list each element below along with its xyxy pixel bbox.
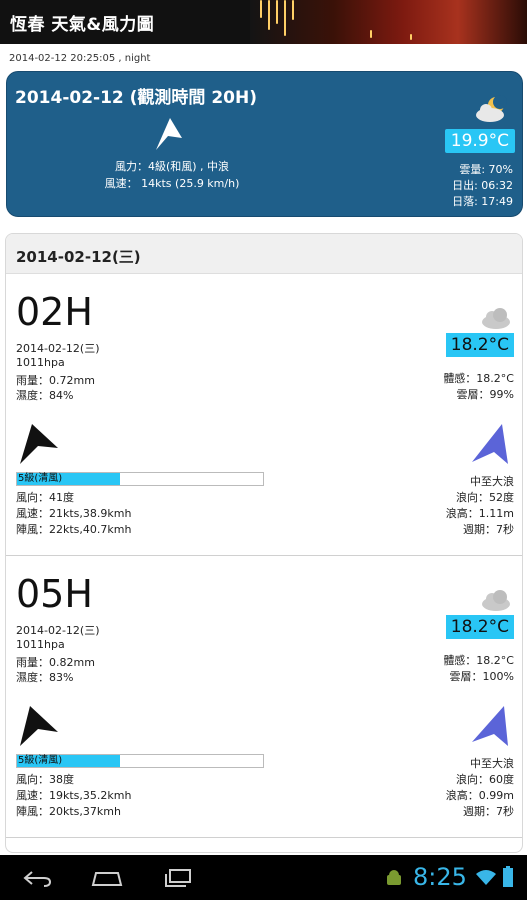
day-label: 2014-02-12(三) xyxy=(16,248,141,266)
back-icon[interactable] xyxy=(22,869,52,887)
pressure: 1011hpa xyxy=(16,356,65,369)
gust-speed: 陣風：20kts,37kmh xyxy=(16,805,121,818)
wave-description: 中至大浪 xyxy=(470,475,514,488)
wind-direction: 風向：41度 xyxy=(16,491,74,504)
current-temperature: 19.9°C xyxy=(444,129,515,153)
hour-forecast-item[interactable]: 05H 2014-02-12(三) 1011hpa 雨量：0.82mm 濕度：8… xyxy=(6,568,522,838)
divider xyxy=(6,837,522,838)
wind-speed-text: 風速： 14kts (25.9 km/h) xyxy=(104,177,240,190)
cloud-moon-icon xyxy=(476,95,507,122)
hour-temperature: 18.2°C xyxy=(445,615,514,639)
observation-heading: 2014-02-12 (觀測時間 20H) xyxy=(15,88,258,108)
header-banner-image xyxy=(250,0,527,44)
cloud-layer: 雲層：99% xyxy=(456,388,514,401)
system-nav-bar: 8:25 xyxy=(0,855,527,900)
hour-label: 05H xyxy=(16,572,93,616)
wave-direction: 浪向：60度 xyxy=(456,773,514,786)
wind-arrow-icon xyxy=(20,706,58,746)
divider xyxy=(6,555,522,556)
sunset-time: 日落: 17:49 xyxy=(452,195,513,208)
wind-speed: 風速：19kts,35.2kmh xyxy=(16,789,132,802)
wave-period: 週期：7秒 xyxy=(463,805,514,818)
current-observation-card[interactable]: 2014-02-12 (觀測時間 20H) 風力：4級(和風) , 中浪 風速：… xyxy=(6,71,523,217)
wind-direction-icon xyxy=(156,118,182,150)
status-clock: 8:25 xyxy=(413,863,467,891)
wave-arrow-icon xyxy=(472,424,508,464)
app-bar: 恆春 天氣&風力圖 xyxy=(0,0,527,44)
wind-level-label: 5級(清風) xyxy=(18,473,63,484)
wave-period: 週期：7秒 xyxy=(463,523,514,536)
hour-forecast-item[interactable]: 02H 2014-02-12(三) 1011hpa 雨量：0.72mm 濕度：8… xyxy=(6,286,522,556)
cloud-icon xyxy=(482,308,510,329)
feels-like: 體感：18.2°C xyxy=(443,372,514,385)
wind-speed: 風速：21kts,38.9kmh xyxy=(16,507,132,520)
hour-label: 02H xyxy=(16,290,93,334)
pressure: 1011hpa xyxy=(16,638,65,651)
battery-icon xyxy=(503,866,513,887)
gust-speed: 陣風：22kts,40.7kmh xyxy=(16,523,132,536)
update-timestamp: 2014-02-12 20:25:05 , night xyxy=(9,53,151,64)
wind-level-bar: 5級(清風) xyxy=(16,754,264,768)
android-notification-icon xyxy=(387,870,401,885)
wave-height: 浪高：1.11m xyxy=(445,507,514,520)
day-header: 2014-02-12(三) xyxy=(6,234,522,274)
rainfall: 雨量：0.72mm xyxy=(16,374,95,387)
forecast-date: 2014-02-12(三) xyxy=(16,342,100,355)
recent-apps-icon[interactable] xyxy=(162,868,192,888)
wave-direction: 浪向：52度 xyxy=(456,491,514,504)
wifi-icon xyxy=(476,870,496,885)
home-icon[interactable] xyxy=(90,869,124,887)
wind-strength-text: 風力：4級(和風) , 中浪 xyxy=(114,160,230,173)
rainfall: 雨量：0.82mm xyxy=(16,656,95,669)
wave-description: 中至大浪 xyxy=(470,757,514,770)
wind-arrow-icon xyxy=(20,424,58,464)
feels-like: 體感：18.2°C xyxy=(443,654,514,667)
app-title: 恆春 天氣&風力圖 xyxy=(10,15,155,35)
forecast-date: 2014-02-12(三) xyxy=(16,624,100,637)
humidity: 濕度：84% xyxy=(16,389,74,402)
wind-level-bar: 5級(清風) xyxy=(16,472,264,486)
humidity: 濕度：83% xyxy=(16,671,74,684)
cloud-icon xyxy=(482,590,510,611)
wind-direction: 風向：38度 xyxy=(16,773,74,786)
day-forecast-card: 2014-02-12(三) 02H 2014-02-12(三) 1011hpa … xyxy=(5,233,523,853)
wave-height: 浪高：0.99m xyxy=(445,789,514,802)
cloud-layer: 雲層：100% xyxy=(449,670,514,683)
cloud-cover: 雲量: 70% xyxy=(459,163,513,176)
wind-level-label: 5級(清風) xyxy=(18,755,63,766)
wave-arrow-icon xyxy=(472,706,508,746)
hour-temperature: 18.2°C xyxy=(445,333,514,357)
sunrise-time: 日出: 06:32 xyxy=(452,179,513,192)
